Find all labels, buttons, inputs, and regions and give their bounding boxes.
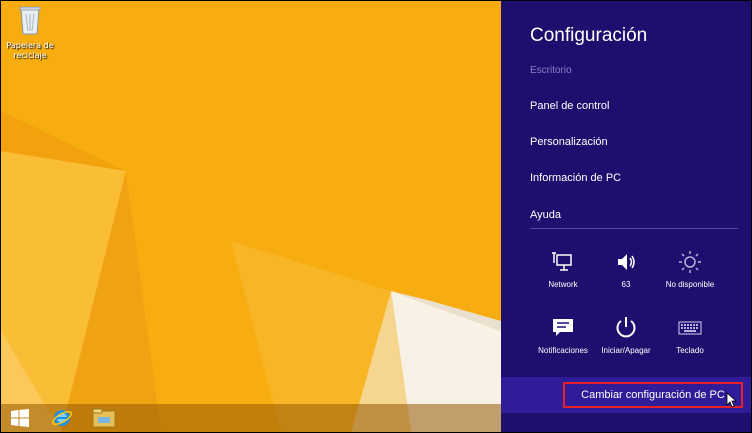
internet-explorer-icon (51, 410, 73, 426)
desktop[interactable]: Papelera de reciclaje (1, 1, 501, 432)
volume-tile[interactable]: 63 (591, 249, 661, 289)
change-pc-settings-bar: Cambiar configuración de PC (501, 377, 751, 413)
pc-info-link[interactable]: Información de PC (530, 172, 621, 184)
personalization-link[interactable]: Personalización (530, 136, 608, 148)
brightness-label: No disponible (665, 280, 715, 289)
start-icon (11, 409, 29, 427)
settings-charm: Configuración Escritorio Panel de contro… (501, 1, 751, 432)
charm-title: Configuración (530, 25, 648, 46)
change-pc-settings-button[interactable]: Cambiar configuración de PC (563, 382, 743, 408)
recycle-bin[interactable]: Papelera de reciclaje (5, 5, 55, 61)
notifications-label: Notificaciones (538, 346, 588, 355)
control-panel-link[interactable]: Panel de control (530, 100, 610, 112)
recycle-bin-label: Papelera de reciclaje (6, 41, 54, 60)
screen: Papelera de reciclaje Configuración Escr… (0, 0, 752, 433)
network-icon (552, 252, 572, 271)
network-label: Network (548, 280, 578, 289)
keyboard-tile[interactable]: Teclado (655, 315, 725, 355)
network-tile[interactable]: Network (528, 249, 598, 289)
volume-label: 63 (621, 280, 631, 289)
start-button[interactable] (7, 406, 33, 430)
taskbar (1, 404, 501, 432)
internet-explorer-button[interactable] (49, 406, 75, 430)
mouse-cursor-icon (726, 392, 736, 408)
file-explorer-icon (92, 408, 116, 428)
brightness-icon (679, 251, 701, 273)
notifications-tile[interactable]: Notificaciones (528, 315, 598, 355)
desktop-wallpaper (1, 1, 501, 432)
notifications-icon (553, 319, 573, 336)
charm-context: Escritorio (530, 65, 572, 76)
brightness-tile[interactable]: No disponible (655, 249, 725, 289)
power-icon (616, 317, 636, 338)
recycle-bin-icon (19, 6, 41, 35)
keyboard-label: Teclado (676, 346, 704, 355)
keyboard-icon (678, 321, 702, 335)
volume-icon (618, 254, 635, 270)
charm-divider (530, 228, 738, 229)
file-explorer-button[interactable] (91, 406, 117, 430)
power-tile[interactable]: Iniciar/Apagar (591, 315, 661, 355)
help-link[interactable]: Ayuda (530, 209, 561, 221)
power-label: Iniciar/Apagar (601, 346, 651, 355)
